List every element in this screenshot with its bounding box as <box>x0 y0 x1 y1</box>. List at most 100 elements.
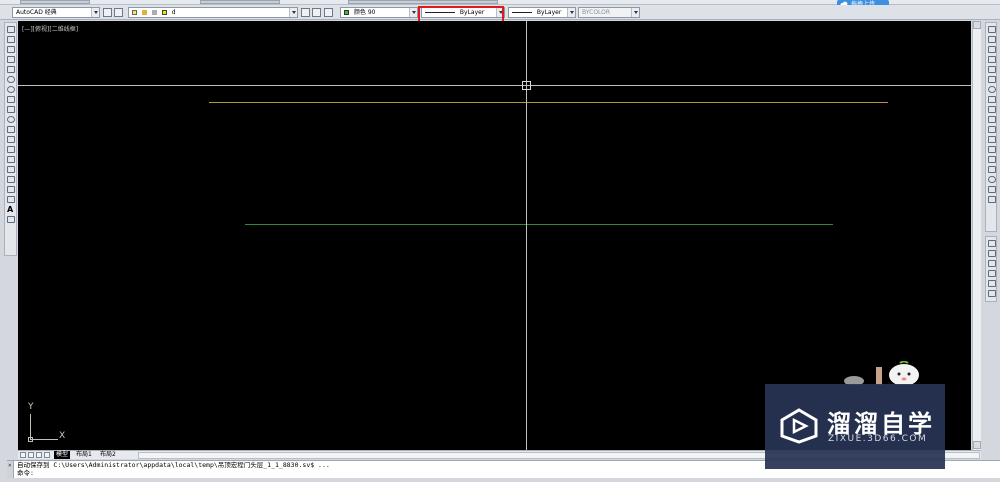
plotstyle-dropdown[interactable]: BYCOLOR <box>578 7 640 18</box>
stretch-icon[interactable] <box>988 106 996 113</box>
vertical-scrollbar[interactable] <box>972 21 981 450</box>
text-to-front-icon[interactable] <box>988 280 996 287</box>
status-bar-fragment <box>0 478 1000 482</box>
color-value: 颜色 90 <box>353 9 376 16</box>
scroll-down-button[interactable] <box>973 441 981 449</box>
layer-value: d <box>171 9 176 16</box>
tab-layout2[interactable]: 布局2 <box>98 451 118 459</box>
rotate-icon[interactable] <box>988 86 996 93</box>
revision-cloud-icon[interactable] <box>7 96 15 103</box>
join-icon[interactable] <box>988 156 996 163</box>
viewport-label[interactable]: [—][俯视][二维线框] <box>22 24 78 33</box>
workspace-dropdown[interactable]: AutoCAD 经典 <box>12 7 100 18</box>
explode-icon[interactable] <box>988 186 996 193</box>
crosshair-horizontal <box>18 85 971 86</box>
table-icon[interactable] <box>7 196 15 203</box>
lineweight-dropdown[interactable]: ByLayer <box>508 7 576 18</box>
insert-block-icon[interactable] <box>7 136 15 143</box>
fillet-icon[interactable] <box>988 176 996 183</box>
ellipse-arc-icon[interactable] <box>7 126 15 133</box>
draw-toolbar: A <box>4 22 17 256</box>
workspace-value: AutoCAD 经典 <box>16 9 57 16</box>
tab-last-icon[interactable] <box>44 452 50 458</box>
layer-manager-icon[interactable] <box>114 8 123 17</box>
draw-order-toolbar <box>985 236 997 302</box>
array-icon[interactable] <box>988 66 996 73</box>
point-icon[interactable] <box>7 156 15 163</box>
scale-icon[interactable] <box>988 96 996 103</box>
toolbar-fragment[interactable] <box>20 0 90 4</box>
ucs-x-label: X <box>59 431 66 441</box>
lineweight-preview-icon <box>512 12 532 13</box>
spline-icon[interactable] <box>7 106 15 113</box>
line-tool-icon[interactable] <box>7 26 15 33</box>
bring-above-icon[interactable] <box>988 260 996 267</box>
watermark-url: ZIXUE.3D66.COM <box>828 434 928 444</box>
yellow-line[interactable] <box>209 102 888 103</box>
lineweight-value: ByLayer <box>536 9 562 16</box>
trim-icon[interactable] <box>988 116 996 123</box>
sun-icon <box>141 10 147 15</box>
multiline-text-icon[interactable]: A <box>7 206 15 214</box>
tab-model[interactable]: 模型 <box>54 451 71 459</box>
mirror-icon[interactable] <box>988 46 996 53</box>
command-prompt[interactable]: 命令: <box>17 469 1000 477</box>
layer-color-icon <box>161 10 167 15</box>
send-under-icon[interactable] <box>988 270 996 277</box>
rectangle-icon[interactable] <box>7 66 15 73</box>
lock-icon <box>151 10 157 15</box>
modify-toolbar <box>985 22 997 232</box>
polyline-icon[interactable] <box>7 46 15 53</box>
circle-icon[interactable] <box>7 86 15 93</box>
ellipse-icon[interactable] <box>7 116 15 123</box>
toolbar-fragment[interactable] <box>200 0 280 4</box>
workspace-settings-icon[interactable] <box>103 8 112 17</box>
layer-match-icon[interactable] <box>324 8 333 17</box>
ucs-icon: Y X <box>26 402 72 442</box>
region-icon[interactable] <box>7 186 15 193</box>
tab-layout1[interactable]: 布局1 <box>74 451 94 459</box>
tab-first-icon[interactable] <box>20 452 26 458</box>
break-at-point-icon[interactable] <box>988 136 996 143</box>
properties-icon[interactable] <box>988 196 996 203</box>
color-dropdown[interactable]: 颜色 90 <box>340 7 418 18</box>
chamfer-icon[interactable] <box>988 166 996 173</box>
bring-to-front-icon[interactable] <box>988 240 996 247</box>
extend-icon[interactable] <box>988 126 996 133</box>
chevron-down-icon[interactable] <box>289 8 297 17</box>
make-block-icon[interactable] <box>7 146 15 153</box>
plotstyle-value: BYCOLOR <box>582 9 611 16</box>
polygon-icon[interactable] <box>7 56 15 63</box>
make-current-icon[interactable] <box>301 8 310 17</box>
ucs-x-axis <box>30 439 58 440</box>
scroll-up-button[interactable] <box>973 21 981 29</box>
chevron-down-icon[interactable] <box>409 8 417 17</box>
close-icon[interactable]: × <box>8 462 12 470</box>
chevron-down-icon[interactable] <box>631 8 639 17</box>
erase-icon[interactable] <box>988 26 996 33</box>
tab-prev-icon[interactable] <box>28 452 34 458</box>
color-swatch-icon <box>344 10 349 15</box>
copy-icon[interactable] <box>988 36 996 43</box>
arc-icon[interactable] <box>7 76 15 83</box>
hatch-to-back-icon[interactable] <box>988 290 996 297</box>
break-icon[interactable] <box>988 146 996 153</box>
chevron-down-icon[interactable] <box>91 8 99 17</box>
green-line[interactable] <box>245 224 833 225</box>
hatch-icon[interactable] <box>7 166 15 173</box>
autocad-window: 拖拽上传 AutoCAD 经典 d 颜色 90 ByLayer <box>0 0 1000 482</box>
chevron-down-icon[interactable] <box>567 8 575 17</box>
layer-previous-icon[interactable] <box>312 8 321 17</box>
layer-dropdown[interactable]: d <box>128 7 298 18</box>
send-to-back-icon[interactable] <box>988 250 996 257</box>
mascot-icon <box>844 361 919 385</box>
toolbar-fragment[interactable] <box>348 0 498 4</box>
play-logo-icon <box>780 408 818 444</box>
tab-next-icon[interactable] <box>36 452 42 458</box>
add-selected-icon[interactable] <box>7 216 15 223</box>
construction-line-icon[interactable] <box>7 36 15 43</box>
ucs-origin <box>28 437 33 442</box>
gradient-icon[interactable] <box>7 176 15 183</box>
offset-icon[interactable] <box>988 56 996 63</box>
move-icon[interactable] <box>988 76 996 83</box>
